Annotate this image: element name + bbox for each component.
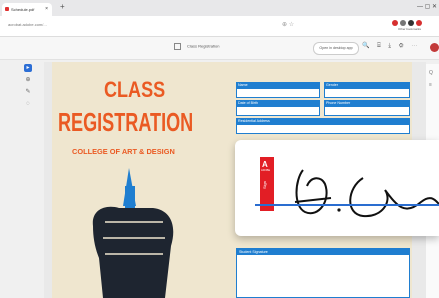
handwritten-signature xyxy=(294,169,439,218)
title-registration: REGISTRATION xyxy=(58,107,194,137)
zoom-icon[interactable]: ⊕ xyxy=(24,76,32,84)
search-icon[interactable]: Q xyxy=(429,70,439,76)
extension-icon[interactable] xyxy=(400,20,406,26)
hand-pen-illustration xyxy=(92,168,174,298)
bookmarks-label[interactable]: Other bookmarks xyxy=(398,27,421,31)
open-desktop-button[interactable]: Open in desktop app xyxy=(313,42,359,55)
student-signature-box[interactable]: Student Signature xyxy=(236,248,410,298)
name-field[interactable] xyxy=(236,88,320,98)
document-name: Class Registration xyxy=(174,43,219,50)
registration-form: Name Gender Date of Birth Phone Number R… xyxy=(236,82,410,136)
title-class: CLASS xyxy=(104,77,166,102)
profile-icon[interactable] xyxy=(416,20,422,26)
left-tool-rail: ▸ ⊕ ✎ ◌ xyxy=(24,64,38,112)
browser-tab-bar: Schedule.pdf × + — ▢ ✕ xyxy=(0,0,439,16)
address-actions-icon[interactable]: ⊕ ☆ xyxy=(282,21,294,28)
address-field[interactable] xyxy=(236,124,410,134)
document-name-label: Class Registration xyxy=(187,43,220,49)
field-label-student-signature: Student Signature xyxy=(237,249,409,255)
new-tab-button[interactable]: + xyxy=(60,2,65,11)
extensions-area xyxy=(392,20,422,26)
browser-tab[interactable]: Schedule.pdf × xyxy=(2,3,52,16)
signature-card[interactable]: A ADOBE Sign xyxy=(235,140,439,236)
subtitle: COLLEGE OF ART & DESIGN xyxy=(72,147,175,156)
document-icon xyxy=(174,43,181,50)
phone-field[interactable] xyxy=(324,106,410,116)
tab-title: Schedule.pdf xyxy=(11,7,35,12)
avatar[interactable] xyxy=(430,43,439,52)
menu-icon[interactable]: ≡ xyxy=(429,82,439,88)
pdf-favicon-icon xyxy=(5,7,9,11)
select-cursor-icon[interactable]: ▸ xyxy=(24,64,32,72)
window-controls[interactable]: — ▢ ✕ xyxy=(417,3,437,10)
signature-line xyxy=(255,204,439,206)
extension-icon[interactable] xyxy=(408,20,414,26)
viewer-toolbar: Class Registration Open in desktop app 🔍… xyxy=(0,37,439,60)
tab-close-button[interactable]: × xyxy=(45,6,48,12)
gender-field[interactable] xyxy=(324,88,410,98)
dob-field[interactable] xyxy=(236,106,320,116)
url-field[interactable]: acrobat.adobe.com/... xyxy=(8,22,47,27)
extension-icon[interactable] xyxy=(392,20,398,26)
toolbar-icons[interactable]: 🔍 ⌸ ⤓ ⚙ ⋯ xyxy=(362,42,420,50)
comment-icon[interactable]: ◌ xyxy=(24,100,32,108)
draw-icon[interactable]: ✎ xyxy=(24,88,32,96)
address-bar: acrobat.adobe.com/... ⊕ ☆ Other bookmark… xyxy=(0,16,439,37)
